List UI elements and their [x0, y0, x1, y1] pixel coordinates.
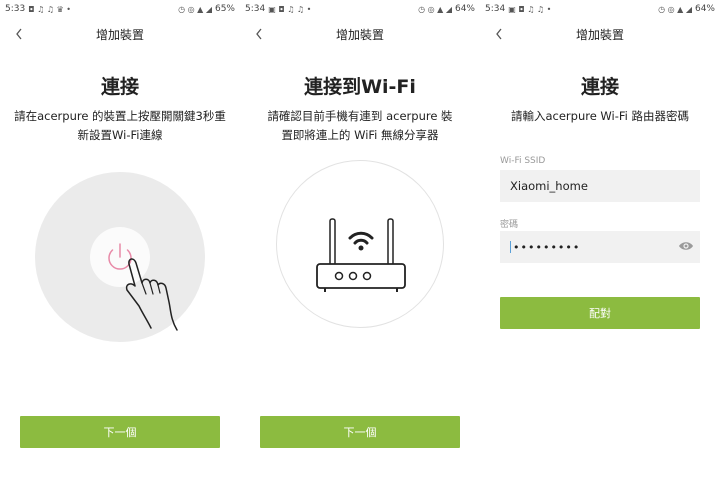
- password-label: 密碼: [500, 220, 519, 230]
- back-button[interactable]: [488, 23, 510, 45]
- next-button[interactable]: 下一個: [20, 416, 220, 448]
- notification-icons: ▣ ◘ ♫ ♫ •: [508, 4, 552, 14]
- eye-icon: [679, 242, 693, 250]
- nav-bar: 增加裝置: [0, 18, 240, 50]
- show-password-toggle[interactable]: [678, 240, 694, 255]
- status-time: 5:33: [5, 4, 26, 14]
- chevron-left-icon: [256, 28, 262, 40]
- system-icons: ◷ ◎ ▲ ◢: [418, 4, 452, 14]
- screen-enter-password: 5:34 ▣ ◘ ♫ ♫ • ◷ ◎ ▲ ◢ 64% 增加裝置 連接 請輸入ac…: [480, 0, 720, 481]
- back-button[interactable]: [8, 23, 30, 45]
- instruction-line: 請在acerpure 的裝置上按壓開關鍵3秒重: [14, 109, 226, 123]
- power-illustration: [35, 172, 205, 342]
- battery-percent: 64%: [454, 4, 475, 14]
- router-illustration: [276, 160, 444, 328]
- page-heading: 連接: [580, 76, 619, 98]
- password-value: •••••••••: [513, 240, 581, 254]
- router-icon: [316, 218, 406, 292]
- battery-percent: 65%: [214, 4, 235, 14]
- status-bar: 5:34 ▣ ◘ ♫ ♫ • ◷ ◎ ▲ ◢ 64%: [480, 0, 720, 18]
- instruction-text: 請確認目前手機有連到 acerpure 裝 置即將連上的 WiFi 無線分享器: [254, 107, 466, 145]
- battery-percent: 64%: [694, 4, 715, 14]
- screen-connect-power: 5:33 ◘ ♫ ♫ ♛ • ◷ ◎ ▲ ◢ 65% 增加裝置 連接 請在ace…: [0, 0, 240, 481]
- password-field[interactable]: •••••••••: [500, 231, 700, 263]
- nav-title: 增加裝置: [335, 27, 384, 42]
- screens: 5:33 ◘ ♫ ♫ ♛ • ◷ ◎ ▲ ◢ 65% 增加裝置 連接 請在ace…: [0, 0, 720, 481]
- status-bar: 5:34 ▣ ◘ ♫ ♫ • ◷ ◎ ▲ ◢ 64%: [240, 0, 480, 18]
- ssid-value: Xiaomi_home: [510, 179, 588, 193]
- chevron-left-icon: [16, 28, 22, 40]
- nav-title: 增加裝置: [575, 27, 624, 42]
- instruction-line: 置即將連上的 WiFi 無線分享器: [281, 128, 439, 142]
- nav-bar: 增加裝置: [480, 18, 720, 50]
- page-heading: 連接到Wi-Fi: [304, 76, 416, 98]
- ssid-label: Wi-Fi SSID: [500, 156, 546, 166]
- notification-icons: ◘ ♫ ♫ ♛ •: [28, 4, 71, 14]
- status-time: 5:34: [245, 4, 266, 14]
- instruction-text: 請輸入acerpure Wi-Fi 路由器密碼: [510, 109, 690, 123]
- screen-connect-wifi: 5:34 ▣ ◘ ♫ ♫ • ◷ ◎ ▲ ◢ 64% 增加裝置 連接到Wi-Fi…: [240, 0, 480, 481]
- system-icons: ◷ ◎ ▲ ◢: [658, 4, 692, 14]
- pair-button[interactable]: 配對: [500, 297, 700, 329]
- status-bar: 5:33 ◘ ♫ ♫ ♛ • ◷ ◎ ▲ ◢ 65%: [0, 0, 240, 18]
- nav-bar: 增加裝置: [240, 18, 480, 50]
- status-time: 5:34: [485, 4, 506, 14]
- text-cursor: [510, 241, 511, 253]
- next-button[interactable]: 下一個: [260, 416, 460, 448]
- page-heading: 連接: [100, 76, 139, 98]
- ssid-field[interactable]: Xiaomi_home: [500, 170, 700, 202]
- instruction-text: 請在acerpure 的裝置上按壓開關鍵3秒重 新設置Wi-Fi連線: [14, 107, 226, 145]
- system-icons: ◷ ◎ ▲ ◢: [178, 4, 212, 14]
- instruction-line: 新設置Wi-Fi連線: [77, 128, 163, 142]
- nav-title: 增加裝置: [95, 27, 144, 42]
- chevron-left-icon: [496, 28, 502, 40]
- pointing-hand-icon: [125, 258, 178, 331]
- notification-icons: ▣ ◘ ♫ ♫ •: [268, 4, 312, 14]
- back-button[interactable]: [248, 23, 270, 45]
- instruction-line: 請確認目前手機有連到 acerpure 裝: [267, 109, 453, 123]
